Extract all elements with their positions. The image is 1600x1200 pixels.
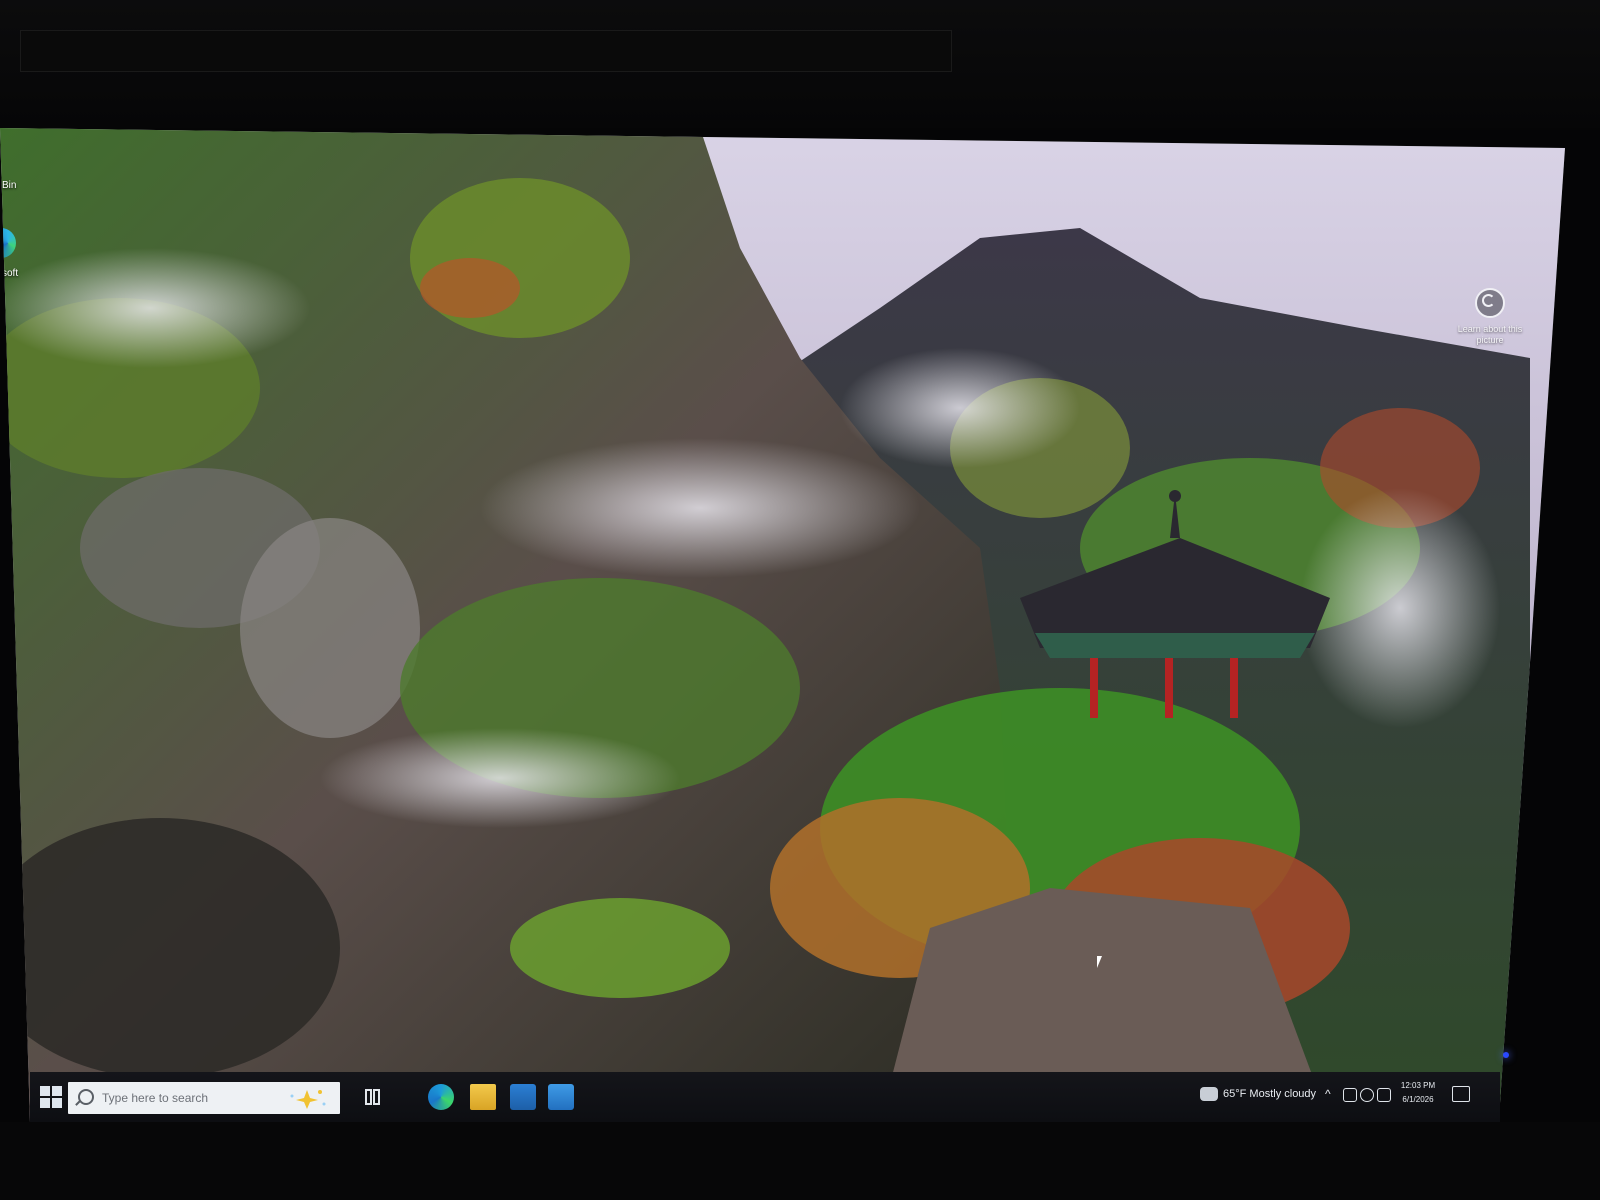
- taskbar: Type here to search 65°F Mostly cloudy ^…: [30, 1072, 1500, 1122]
- network-icon[interactable]: [1343, 1088, 1357, 1102]
- camera-icon: [1475, 288, 1505, 318]
- weather-cloud-icon[interactable]: [1200, 1087, 1218, 1101]
- monitor-bezel-top: [0, 0, 1600, 128]
- taskbar-clock[interactable]: 12:03 PM 6/1/2026: [1392, 1079, 1444, 1107]
- notification-center-icon[interactable]: [1452, 1086, 1470, 1102]
- desktop-icon-edge-label[interactable]: soft: [2, 268, 18, 279]
- learn-about-picture-label: Learn about this picture: [1457, 324, 1523, 345]
- monitor-power-led: [1503, 1052, 1509, 1058]
- desktop-screen: Bin soft Learn about this picture: [0, 128, 1565, 1123]
- clock-time: 12:03 PM: [1400, 1081, 1436, 1090]
- monitor-bezel-bottom: [0, 1122, 1600, 1200]
- background-ceiling-light: [20, 30, 952, 72]
- chevron-up-icon[interactable]: ^: [1325, 1087, 1331, 1101]
- clock-date: 6/1/2026: [1402, 1095, 1434, 1104]
- system-tray: 65°F Mostly cloudy ^ 12:03 PM 6/1/2026: [30, 1072, 1500, 1122]
- learn-about-picture[interactable]: Learn about this picture: [1455, 288, 1525, 346]
- wallpaper-mountain-pavilion: [0, 128, 1565, 1123]
- volume-icon[interactable]: [1377, 1088, 1391, 1102]
- desktop-icon-recycle-bin-label[interactable]: Bin: [2, 180, 16, 191]
- mouse-cursor: [1097, 956, 1102, 968]
- weather-widget[interactable]: 65°F Mostly cloudy: [1223, 1088, 1316, 1100]
- globe-icon[interactable]: [1360, 1088, 1374, 1102]
